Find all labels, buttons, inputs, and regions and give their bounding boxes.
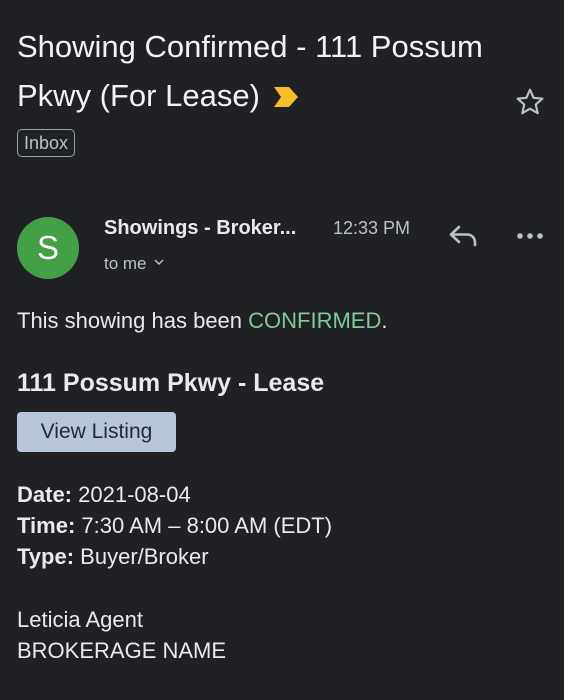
listing-title: 111 Possum Pkwy - Lease [17, 369, 325, 397]
message-prefix: This showing has been [17, 308, 249, 333]
detail-row-date: Date: 2021-08-04 [17, 479, 332, 510]
detail-value: 7:30 AM – 8:00 AM (EDT) [81, 513, 333, 538]
sender-name[interactable]: Showings - Broker... [104, 215, 296, 241]
signature-company: BROKERAGE NAME [17, 638, 227, 663]
more-options-icon[interactable] [514, 226, 546, 246]
inbox-label-chip[interactable]: Inbox [17, 129, 76, 157]
chevron-down-icon [153, 252, 165, 266]
message-suffix: . [381, 308, 388, 333]
detail-key: Time: [17, 513, 76, 538]
star-icon[interactable] [514, 86, 546, 118]
confirmation-message: This showing has been CONFIRMED. [17, 307, 387, 335]
email-subject: Showing Confirmed - 111 Possum Pkwy (For… [17, 22, 487, 120]
subject-text: Showing Confirmed - 111 Possum Pkwy (For… [17, 29, 483, 113]
detail-row-time: Time: 7:30 AM – 8:00 AM (EDT) [17, 510, 332, 541]
detail-key: Date: [17, 482, 73, 507]
email-signature: Leticia Agent BROKERAGE NAME [17, 604, 226, 666]
detail-value: 2021-08-04 [78, 482, 191, 507]
important-marker-icon[interactable] [273, 72, 298, 107]
detail-value: Buyer/Broker [80, 544, 209, 569]
view-listing-button[interactable]: View Listing [17, 412, 176, 452]
reply-icon[interactable] [446, 220, 480, 252]
showing-details: Date: 2021-08-04 Time: 7:30 AM – 8:00 AM… [17, 479, 332, 572]
signature-name: Leticia Agent [17, 607, 143, 632]
detail-row-type: Type: Buyer/Broker [17, 541, 332, 572]
confirmed-status: CONFIRMED [248, 308, 382, 333]
recipient-details-toggle[interactable]: to me [104, 252, 165, 275]
detail-key: Type: [17, 544, 75, 569]
email-time: 12:33 PM [333, 218, 411, 238]
sender-avatar[interactable]: S [17, 217, 79, 279]
recipient-text: to me [104, 254, 147, 273]
